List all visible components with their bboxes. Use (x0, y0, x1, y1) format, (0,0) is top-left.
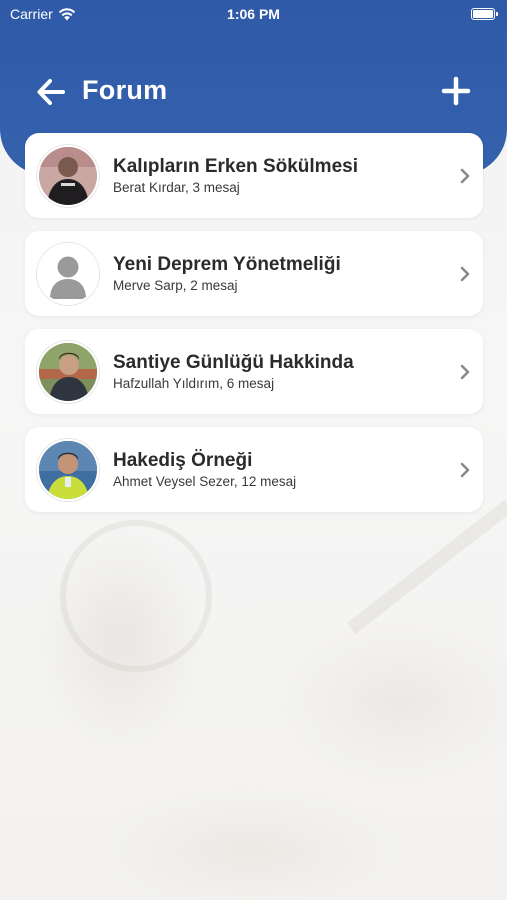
avatar (37, 439, 99, 501)
avatar (37, 341, 99, 403)
chevron-right-icon (460, 168, 470, 184)
topic-subtitle: Ahmet Veysel Sezer, 12 mesaj (113, 474, 297, 489)
add-topic-button[interactable] (441, 76, 471, 106)
chevron-right-icon (460, 266, 470, 282)
topic-subtitle: Hafzullah Yıldırım, 6 mesaj (113, 376, 275, 391)
topic-subtitle: Merve Sarp, 2 mesaj (113, 278, 238, 293)
chevron-right-icon (460, 462, 470, 478)
topic-title: Yeni Deprem Yönetmeliği (113, 254, 341, 275)
battery-icon (471, 8, 498, 20)
status-time: 1:06 PM (227, 6, 280, 22)
page-title: Forum (82, 75, 168, 105)
topic-subtitle: Berat Kırdar, 3 mesaj (113, 180, 240, 195)
avatar (37, 145, 99, 207)
arrow-left-icon (37, 79, 65, 105)
topic-card[interactable]: Hakediş Örneği Ahmet Veysel Sezer, 12 me… (25, 427, 483, 512)
chevron-right-icon (460, 364, 470, 380)
back-button[interactable] (36, 78, 68, 106)
topic-title: Hakediş Örneği (113, 450, 253, 471)
topic-card[interactable]: Yeni Deprem Yönetmeliği Merve Sarp, 2 me… (25, 231, 483, 316)
topic-title: Kalıpların Erken Sökülmesi (113, 156, 358, 177)
topic-title: Santiye Günlüğü Hakkinda (113, 352, 354, 373)
avatar (37, 243, 99, 305)
forum-topic-list: Kalıpların Erken Sökülmesi Berat Kırdar,… (25, 133, 483, 525)
navigation-bar: Forum (0, 70, 507, 114)
status-bar: Carrier 1:06 PM (0, 0, 507, 28)
topic-card[interactable]: Santiye Günlüğü Hakkinda Hafzullah Yıldı… (25, 329, 483, 414)
plus-icon (441, 76, 471, 106)
topic-card[interactable]: Kalıpların Erken Sökülmesi Berat Kırdar,… (25, 133, 483, 218)
